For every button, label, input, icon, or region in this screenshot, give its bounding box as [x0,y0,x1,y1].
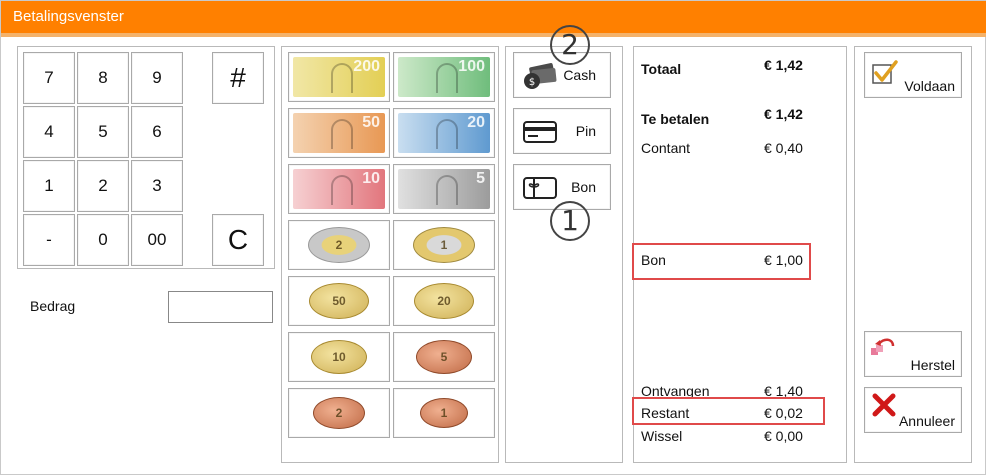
coin-1-euro-icon: 1 [413,227,475,263]
bedrag-input[interactable] [168,291,273,323]
card-icon [523,121,557,143]
bon-summary-value: € 1,00 [764,252,803,268]
coin-20-cent-icon: 20 [414,283,474,319]
coin-10-cent-icon: 10 [311,340,367,374]
bill-5-button[interactable]: 5 [393,164,495,214]
coin-1-cent-button[interactable]: 1 [393,388,495,438]
bill-20-icon: 20 [398,113,490,153]
te-betalen-value: € 1,42 [764,106,803,122]
key-2[interactable]: 2 [77,160,129,212]
key-5[interactable]: 5 [77,106,129,158]
coin-50-cent-icon: 50 [309,283,369,319]
annotation-circle-1: 1 [550,201,590,241]
bill-10-icon: 10 [293,169,385,209]
key-0[interactable]: 0 [77,214,129,266]
key-clear[interactable]: C [212,214,264,266]
bill-10-button[interactable]: 10 [288,164,390,214]
key-7[interactable]: 7 [23,52,75,104]
bill-20-button[interactable]: 20 [393,108,495,158]
te-betalen-label: Te betalen [641,111,710,127]
key-8[interactable]: 8 [77,52,129,104]
annuleer-label: Annuleer [898,413,955,429]
voldaan-label: Voldaan [904,78,955,94]
bon-label: Bon [571,179,596,195]
key-4[interactable]: 4 [23,106,75,158]
coin-2-euro-button[interactable]: 2 [288,220,390,270]
cash-label: Cash [563,67,596,83]
undo-icon [871,338,895,355]
payment-window: Betalingsvenster 7 8 9 # 4 5 6 1 2 3 - 0… [0,0,986,475]
key-00[interactable]: 00 [131,214,183,266]
pin-button[interactable]: Pin [513,108,611,154]
cancel-x-icon [872,393,896,417]
coin-10-cent-button[interactable]: 10 [288,332,390,382]
contant-value: € 0,40 [764,140,803,156]
herstel-label: Herstel [910,357,955,373]
bill-100-icon: 100 [398,57,490,97]
key-3[interactable]: 3 [131,160,183,212]
totaal-value: € 1,42 [764,57,803,73]
bedrag-label: Bedrag [30,298,76,314]
annotation-circle-2: 2 [550,25,590,65]
voldaan-button[interactable]: Voldaan [864,52,962,98]
totaal-label: Totaal [641,61,682,77]
key-1[interactable]: 1 [23,160,75,212]
title-divider [1,33,986,37]
wissel-value: € 0,00 [764,428,803,444]
coin-1-euro-button[interactable]: 1 [393,220,495,270]
checkmark-icon [872,60,898,84]
contant-label: Contant [641,140,691,156]
coin-2-cent-icon: 2 [313,397,365,429]
coin-2-euro-icon: 2 [308,227,370,263]
bill-50-button[interactable]: 50 [288,108,390,158]
bill-100-button[interactable]: 100 [393,52,495,102]
gift-card-icon [523,177,557,199]
coin-5-cent-icon: 5 [416,340,472,374]
restant-value: € 0,02 [764,405,803,421]
wissel-label: Wissel [641,428,683,444]
pin-label: Pin [575,123,596,139]
key-9[interactable]: 9 [131,52,183,104]
bill-200-icon: 200 [293,57,385,97]
coin-2-cent-button[interactable]: 2 [288,388,390,438]
bill-200-button[interactable]: 200 [288,52,390,102]
cash-icon: $ [524,63,557,89]
bon-summary-label: Bon [641,252,666,268]
bill-5-icon: 5 [398,169,490,209]
coin-50-cent-button[interactable]: 50 [288,276,390,326]
coin-5-cent-button[interactable]: 5 [393,332,495,382]
restant-label: Restant [641,405,690,421]
window-title: Betalingsvenster [1,1,986,33]
coin-1-cent-icon: 1 [420,398,468,428]
key-hash[interactable]: # [212,52,264,104]
svg-text:$: $ [529,77,535,88]
coin-20-cent-button[interactable]: 20 [393,276,495,326]
key-minus[interactable]: - [23,214,75,266]
annuleer-button[interactable]: Annuleer [864,387,962,433]
key-6[interactable]: 6 [131,106,183,158]
bill-50-icon: 50 [293,113,385,153]
herstel-button[interactable]: Herstel [864,331,962,377]
